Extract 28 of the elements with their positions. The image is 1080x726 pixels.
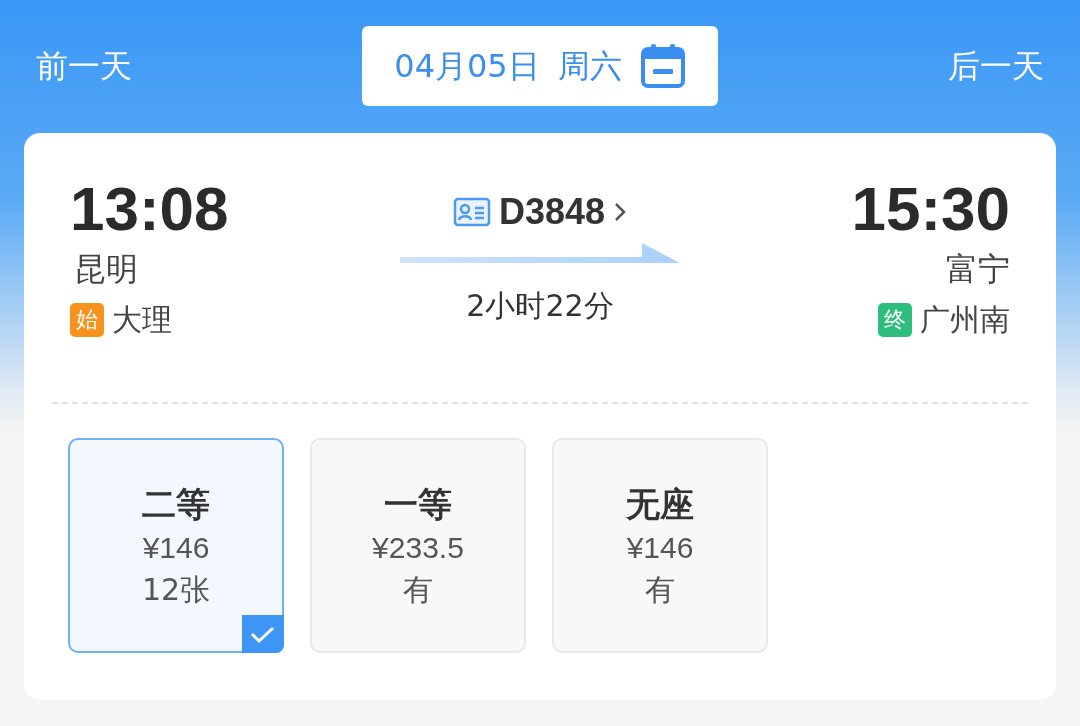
train-number-link[interactable]: D3848 xyxy=(452,185,628,239)
origin-station: 大理 xyxy=(112,301,172,339)
seat-option[interactable]: 一等 ¥233.5 有 xyxy=(310,438,526,653)
weekday-text: 周六 xyxy=(557,46,622,87)
seat-price: ¥146 xyxy=(142,529,210,566)
seat-class: 二等 xyxy=(142,482,210,526)
duration-text: 2小时22分 xyxy=(466,287,614,325)
seat-availability: 有 xyxy=(645,570,675,609)
seat-price: ¥233.5 xyxy=(372,529,464,566)
departure-station: 昆明 xyxy=(74,249,138,290)
seat-availability: 有 xyxy=(403,570,433,609)
seat-option[interactable]: 无座 ¥146 有 xyxy=(552,438,768,653)
date-text: 04月05日 xyxy=(394,46,540,87)
id-card-icon xyxy=(452,197,491,227)
terminus-station: 广州南 xyxy=(920,301,1010,339)
seat-availability: 12张 xyxy=(141,570,211,609)
seat-class: 一等 xyxy=(384,482,452,526)
arrival-time: 15:30 xyxy=(851,173,1010,245)
chevron-right-icon xyxy=(613,201,628,223)
seat-class: 无座 xyxy=(626,482,694,526)
check-icon xyxy=(242,615,284,653)
terminus-badge: 终 xyxy=(878,302,912,337)
departure-time: 13:08 xyxy=(70,173,229,245)
seat-option[interactable]: 二等 ¥146 12张 xyxy=(68,438,284,653)
origin-badge: 始 xyxy=(70,302,104,337)
arrival-station: 富宁 xyxy=(946,249,1010,290)
calendar-icon xyxy=(639,43,686,89)
seat-price: ¥146 xyxy=(626,529,694,566)
